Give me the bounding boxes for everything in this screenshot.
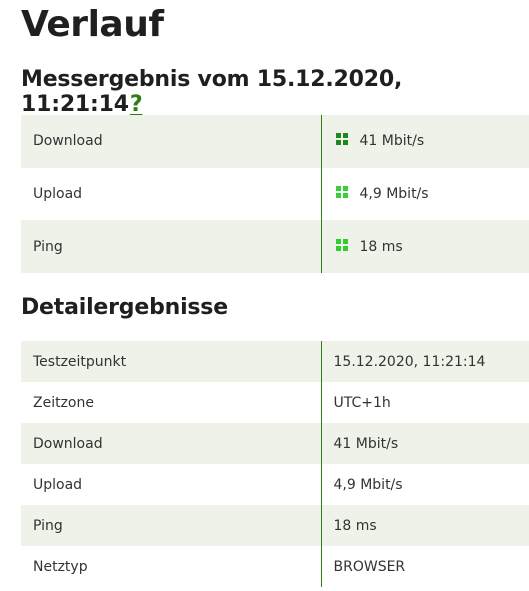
quality-square xyxy=(342,133,348,139)
quality-square xyxy=(335,238,341,244)
details-heading: Detailergebnisse xyxy=(21,295,228,320)
quality-square xyxy=(335,186,341,192)
detail-label: Upload xyxy=(33,476,83,493)
quality-square xyxy=(335,133,341,139)
detail-value: 41 Mbit/s xyxy=(320,423,529,464)
detail-row: Download 41 Mbit/s xyxy=(21,423,529,464)
detail-label: Zeitzone xyxy=(33,394,94,411)
detail-value: 18 ms xyxy=(320,505,529,546)
result-label: Upload xyxy=(33,186,83,203)
result-row-upload: Upload 4,9 Mbit/s xyxy=(21,167,529,221)
detail-label: Netztyp xyxy=(33,558,88,575)
detail-label: Download xyxy=(33,435,103,452)
quality-square xyxy=(335,140,341,146)
details-table: Testzeitpunkt 15.12.2020, 11:21:14 Zeitz… xyxy=(21,341,529,587)
result-value: 41 Mbit/s xyxy=(359,133,425,150)
detail-row: Upload 4,9 Mbit/s xyxy=(21,464,529,505)
quality-square xyxy=(342,238,348,244)
quality-square xyxy=(342,193,348,199)
quality-square xyxy=(342,140,348,146)
detail-row: Zeitzone UTC+1h xyxy=(21,382,529,423)
detail-value: 15.12.2020, 11:21:14 xyxy=(320,341,529,382)
result-table: Download 41 Mbit/s Upload 4,9 Mbit/s Pin… xyxy=(21,115,529,274)
detail-value: UTC+1h xyxy=(320,382,529,423)
detail-value: 4,9 Mbit/s xyxy=(320,464,529,505)
detail-label: Testzeitpunkt xyxy=(33,353,127,370)
quality-square xyxy=(342,245,348,251)
help-link[interactable]: ? xyxy=(129,92,146,117)
quality-grid-icon xyxy=(335,238,348,251)
result-row-download: Download 41 Mbit/s xyxy=(21,115,529,168)
result-heading-text: Messergebnis vom 15.12.2020, 11:21:14 xyxy=(21,67,403,117)
detail-label: Ping xyxy=(33,517,63,534)
result-row-ping: Ping 18 ms xyxy=(21,220,529,274)
detail-row: Netztyp BROWSER xyxy=(21,546,529,587)
result-heading: Messergebnis vom 15.12.2020, 11:21:14? xyxy=(21,67,529,117)
result-value-cell: 4,9 Mbit/s xyxy=(320,167,529,221)
detail-row: Ping 18 ms xyxy=(21,505,529,546)
result-label: Download xyxy=(33,133,103,150)
quality-grid-icon xyxy=(335,186,348,199)
result-value-cell: 41 Mbit/s xyxy=(320,115,529,168)
result-value: 4,9 Mbit/s xyxy=(359,186,429,203)
result-label: Ping xyxy=(33,238,63,255)
quality-grid-icon xyxy=(335,133,348,146)
quality-square xyxy=(335,245,341,251)
quality-square xyxy=(342,186,348,192)
detail-value: BROWSER xyxy=(320,546,529,587)
detail-row: Testzeitpunkt 15.12.2020, 11:21:14 xyxy=(21,341,529,382)
result-value: 18 ms xyxy=(359,238,403,255)
quality-square xyxy=(335,193,341,199)
result-value-cell: 18 ms xyxy=(320,220,529,274)
page-title: Verlauf xyxy=(21,4,164,45)
